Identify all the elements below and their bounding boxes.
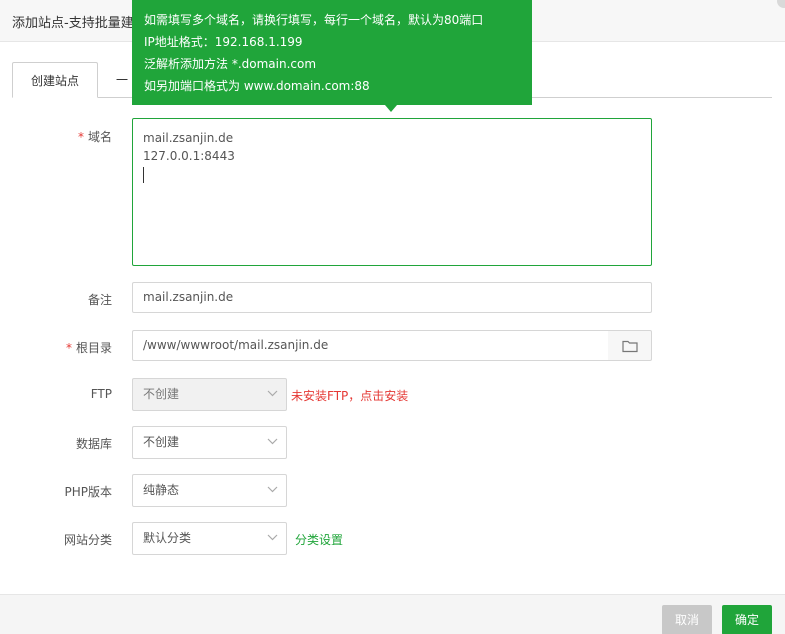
- domain-line: 127.0.0.1:8443: [143, 149, 235, 163]
- tab-create-site[interactable]: 创建站点: [12, 62, 98, 98]
- root-dir-input[interactable]: /www/wwwroot/mail.zsanjin.de: [132, 330, 609, 361]
- required-mark: *: [77, 130, 84, 144]
- php-version-label: PHP版本: [64, 485, 113, 499]
- site-category-label: 网站分类: [63, 533, 112, 547]
- ftp-select[interactable]: 不创建: [132, 378, 287, 411]
- php-version-select[interactable]: 纯静态: [132, 474, 287, 507]
- database-label: 数据库: [75, 437, 112, 451]
- remark-label: 备注: [87, 293, 112, 307]
- dialog-title: 添加站点-支持批量建站: [12, 16, 147, 31]
- close-icon[interactable]: [777, 0, 785, 8]
- tooltip-line: 泛解析添加方法 *.domain.com: [144, 57, 317, 71]
- chevron-down-icon: [267, 486, 278, 493]
- chevron-down-icon: [267, 534, 278, 541]
- site-category-select[interactable]: 默认分类: [132, 522, 287, 555]
- root-dir-label: * 根目录: [65, 341, 112, 355]
- cancel-button[interactable]: 取消: [662, 605, 712, 634]
- chevron-down-icon: [267, 390, 278, 397]
- category-settings-link[interactable]: 分类设置: [295, 531, 343, 548]
- tooltip-line: 如另加端口格式为 www.domain.com:88: [144, 79, 370, 93]
- ftp-label: FTP: [90, 387, 112, 401]
- database-select-value: 不创建: [143, 435, 180, 449]
- domain-line: mail.zsanjin.de: [143, 131, 234, 145]
- dialog-footer: 取消 确定: [0, 594, 785, 634]
- database-select[interactable]: 不创建: [132, 426, 287, 459]
- site-category-select-value: 默认分类: [143, 531, 192, 545]
- tooltip-line: IP地址格式：192.168.1.199: [144, 35, 303, 49]
- browse-folder-button[interactable]: [608, 330, 652, 361]
- domain-textarea[interactable]: mail.zsanjin.de 127.0.0.1:8443: [132, 118, 652, 266]
- php-version-select-value: 纯静态: [143, 483, 180, 497]
- domain-label: * 域名: [77, 130, 112, 144]
- domain-help-tooltip: 如需填写多个域名，请换行填写，每行一个域名，默认为80端口 IP地址格式：192…: [132, 0, 532, 112]
- text-caret: [143, 167, 144, 183]
- required-mark: *: [65, 341, 72, 355]
- chevron-down-icon: [267, 438, 278, 445]
- tooltip-arrow: [385, 105, 397, 112]
- tooltip-line: 如需填写多个域名，请换行填写，每行一个域名，默认为80端口: [144, 13, 484, 27]
- ftp-select-value: 不创建: [143, 387, 180, 401]
- remark-input[interactable]: mail.zsanjin.de: [132, 282, 652, 313]
- folder-icon: [622, 340, 638, 353]
- ftp-install-link[interactable]: 未安装FTP，点击安装: [291, 387, 408, 404]
- confirm-button[interactable]: 确定: [722, 605, 772, 634]
